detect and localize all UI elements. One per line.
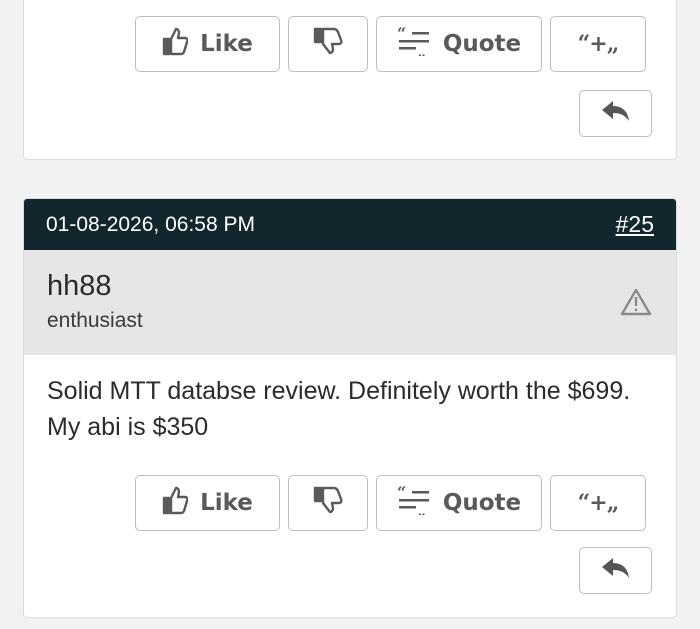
user-info-bar: hh88 enthusiast	[24, 250, 676, 355]
reply-icon	[601, 100, 631, 127]
user-title: enthusiast	[47, 309, 143, 332]
multiquote-icon: “+„	[577, 31, 620, 57]
previous-post-card: Like “„ Quote “+„	[23, 0, 677, 160]
post-header: 01-08-2026, 06:58 PM #25	[24, 199, 676, 250]
post-actions: Like “„ Quote “+„	[135, 16, 646, 72]
post-body: Solid MTT databse review. Definitely wor…	[47, 377, 631, 441]
thumbs-up-icon	[162, 26, 189, 62]
warning-icon[interactable]	[620, 288, 652, 321]
post-number-link[interactable]: #25	[616, 211, 654, 238]
post-card: 01-08-2026, 06:58 PM #25 hh88 enthusiast…	[23, 198, 677, 618]
quote-icon: “„	[397, 483, 431, 521]
quote-label: Quote	[442, 31, 522, 57]
multiquote-button[interactable]: “+„	[550, 16, 646, 72]
like-button[interactable]: Like	[135, 16, 280, 72]
quote-icon: “„	[397, 24, 431, 62]
thumbs-down-icon	[313, 27, 343, 61]
svg-text:„: „	[417, 501, 426, 515]
reply-button[interactable]	[579, 547, 652, 594]
quote-button[interactable]: “„ Quote	[376, 16, 542, 72]
dislike-button[interactable]	[288, 16, 368, 72]
quote-button[interactable]: “„ Quote	[376, 475, 542, 531]
post-actions: Like “„ Quote “+„	[135, 475, 646, 531]
dislike-button[interactable]	[288, 475, 368, 531]
username[interactable]: hh88	[47, 270, 653, 303]
svg-text:„: „	[417, 42, 426, 56]
quote-label: Quote	[442, 490, 522, 516]
like-label: Like	[200, 490, 253, 516]
thumbs-up-icon	[162, 485, 189, 521]
reply-icon	[601, 557, 631, 584]
multiquote-button[interactable]: “+„	[550, 475, 646, 531]
thumbs-down-icon	[313, 486, 343, 520]
like-label: Like	[200, 31, 253, 57]
reply-button[interactable]	[579, 90, 652, 137]
multiquote-icon: “+„	[577, 490, 620, 516]
like-button[interactable]: Like	[135, 475, 280, 531]
post-date: 01-08-2026, 06:58 PM	[46, 212, 255, 236]
